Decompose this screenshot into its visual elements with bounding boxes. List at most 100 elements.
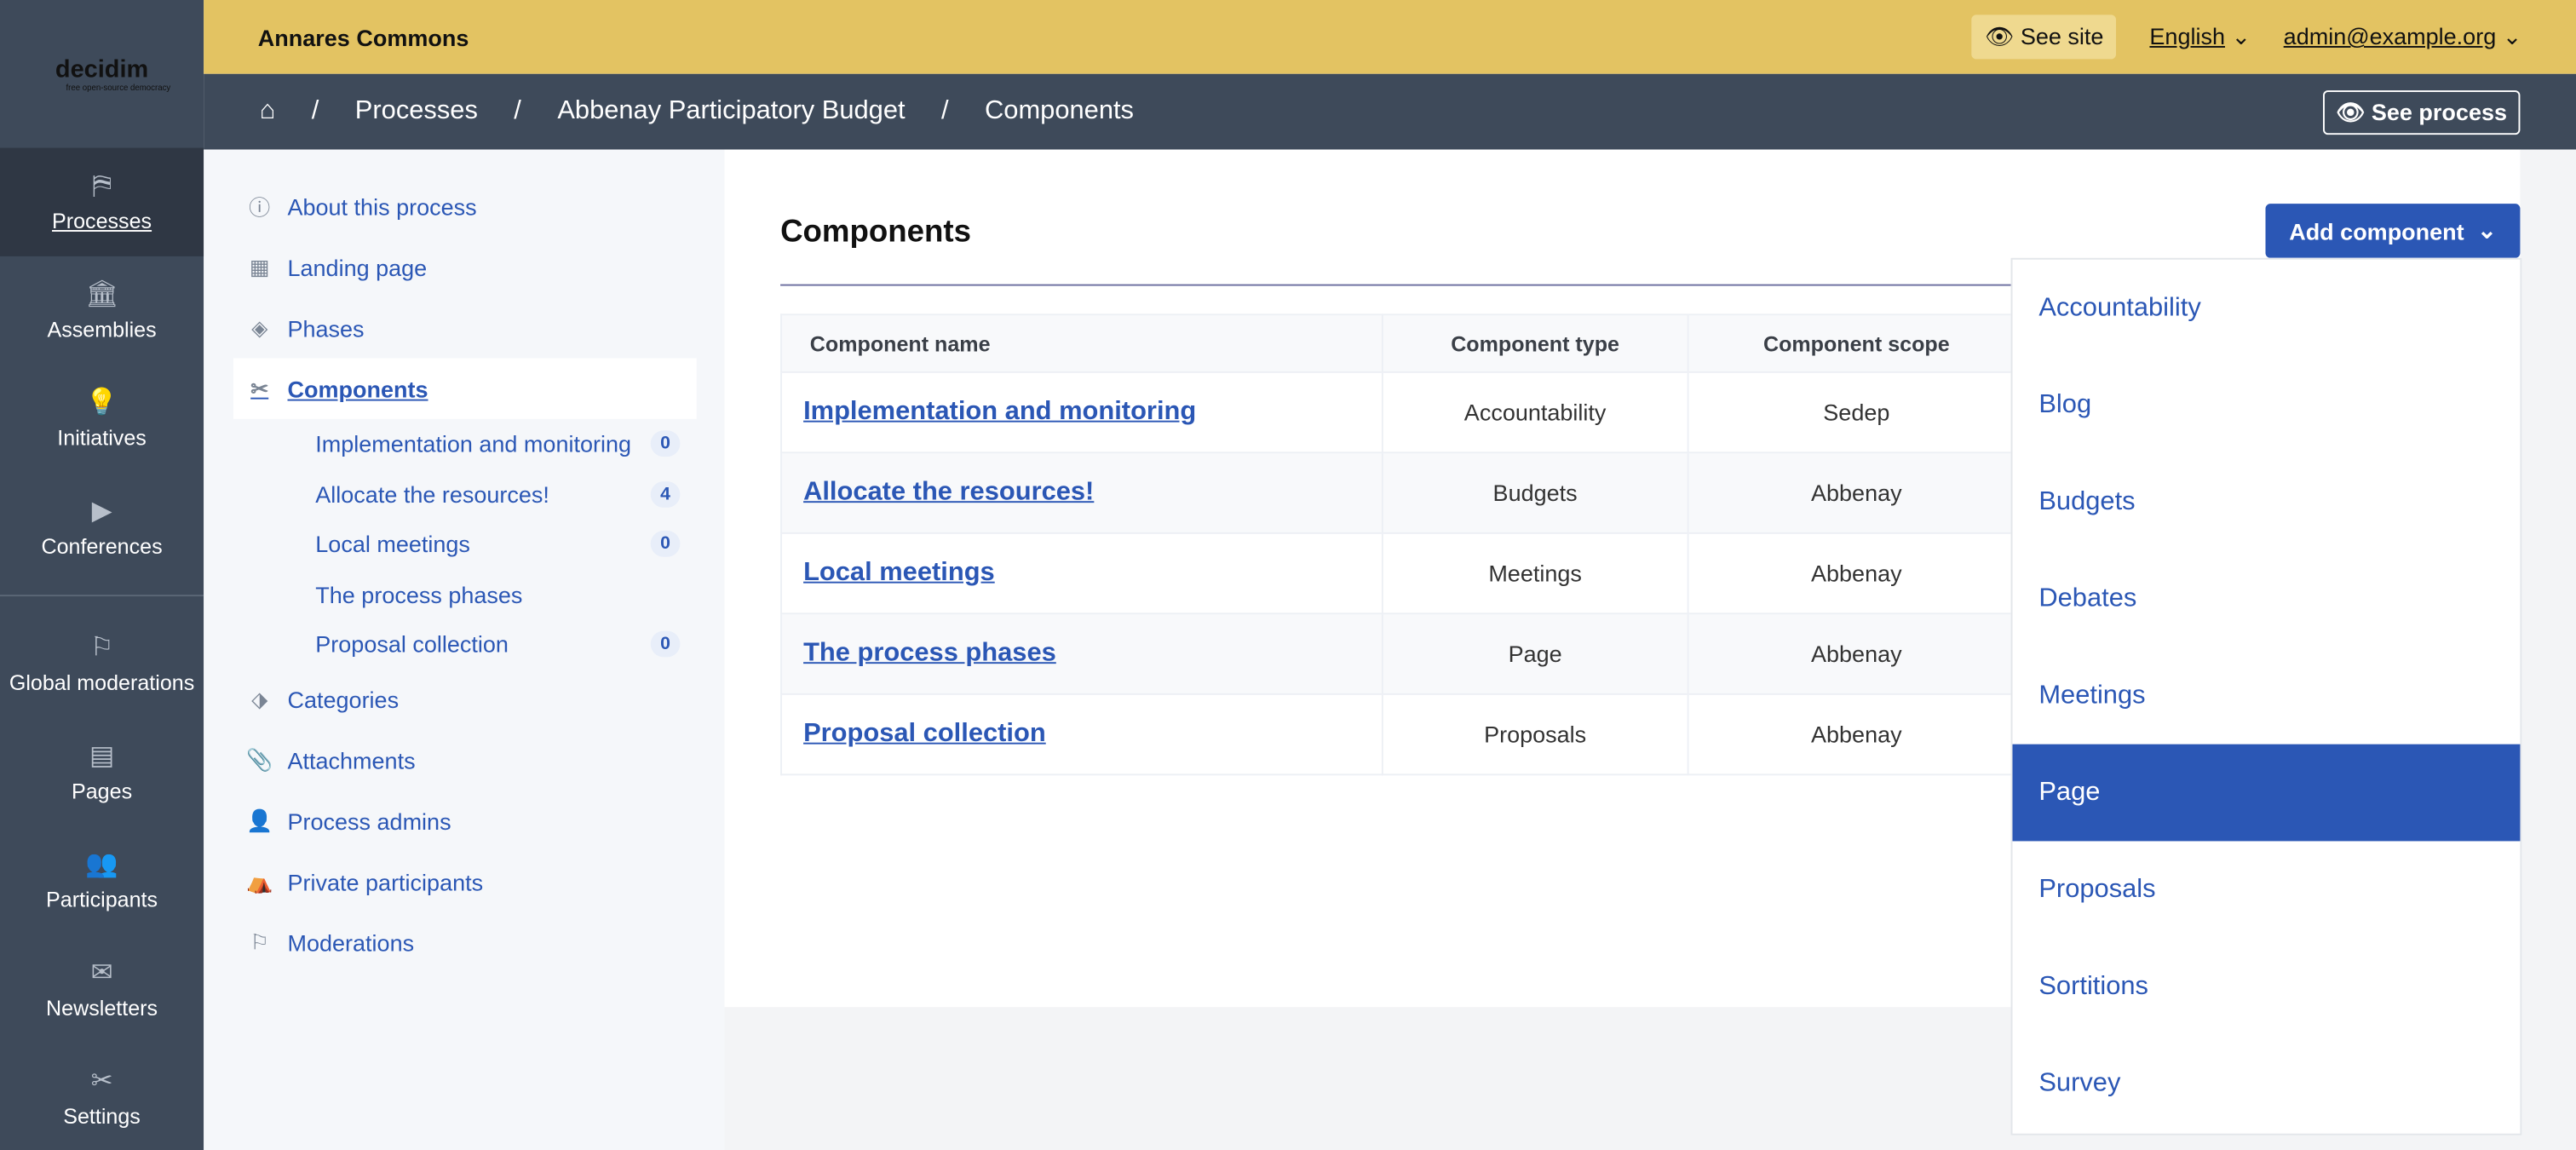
subnav-item[interactable]: ◈ Phases (204, 297, 724, 358)
count-badge: 0 (650, 531, 681, 558)
user-menu[interactable]: admin@example.org ⌄ (2284, 23, 2522, 51)
column-header: Component type (1381, 313, 1689, 373)
sidebar-item-assemblies[interactable]: 🏛 Assemblies (0, 256, 204, 365)
dropdown-item[interactable]: Budgets (2012, 453, 2520, 550)
main-sidebar: decidim free open-source democracy ⛿ Proc… (0, 0, 204, 1150)
sidebar-item-label: Assemblies (47, 316, 157, 342)
top-bar: Annares Commons 👁 See site English ⌄ adm… (204, 0, 2576, 74)
logo-tagline: free open-source democracy (66, 83, 171, 93)
cell-name: Implementation and monitoring (780, 371, 1383, 454)
breadcrumb-components[interactable]: Components (985, 97, 1134, 127)
sidebar-item-processes[interactable]: ⛿ Processes (0, 147, 204, 256)
subnav-component-item[interactable]: Allocate the resources! 4 (204, 469, 724, 520)
dropdown-item[interactable]: Accountability (2012, 260, 2520, 357)
subnav-item[interactable]: ⓘ About this process (204, 175, 724, 236)
cell-scope: Abbenay (1687, 532, 2027, 615)
subnav-item[interactable]: 👤 Process admins (204, 791, 724, 852)
sidebar-item-participants[interactable]: 👥 Participants (0, 826, 204, 934)
component-link-label: Local meetings (315, 531, 470, 558)
subnav-component-item[interactable]: Proposal collection 0 (204, 619, 724, 670)
see-site-button[interactable]: 👁 See site (1971, 14, 2117, 60)
phases-icon: ◈ (251, 314, 268, 340)
subnav-item-label: Categories (287, 687, 400, 713)
component-link[interactable]: Proposal collection (803, 720, 1046, 748)
subnav-component-item[interactable]: The process phases (204, 569, 724, 619)
dropdown-item[interactable]: Proposals (2012, 841, 2520, 938)
see-process-label: See process (2371, 97, 2507, 124)
sidebar-item-settings[interactable]: ✂ Settings (0, 1044, 204, 1150)
chevron-down-icon: ⌄ (2502, 22, 2522, 49)
chevron-down-icon: ⌄ (2231, 22, 2251, 49)
separator: / (311, 96, 319, 125)
cell-scope: Abbenay (1687, 693, 2027, 776)
chevron-down-icon: ⌄ (2477, 216, 2497, 244)
subnav-item[interactable]: ⬗ Categories (204, 670, 724, 730)
subnav-item-label: About this process (287, 193, 477, 220)
sidebar-item-conferences[interactable]: ▶ Conferences (0, 473, 204, 581)
dropdown-item[interactable]: Page (2012, 744, 2521, 842)
paperclip-icon: 📎 (246, 747, 273, 773)
breadcrumb-processes[interactable]: Processes (355, 97, 478, 127)
dropdown-item[interactable]: Survey (2012, 1035, 2520, 1132)
cell-scope: Sedep (1687, 371, 2027, 454)
organization-name[interactable]: Annares Commons (258, 24, 469, 50)
component-link[interactable]: Local meetings (803, 559, 995, 587)
add-component-button[interactable]: Add component ⌄ (2265, 204, 2521, 258)
sidebar-item-pages[interactable]: ▤ Pages (0, 718, 204, 826)
component-link[interactable]: Implementation and monitoring (803, 398, 1196, 426)
sidebar-item-initiatives[interactable]: 💡 Initiatives (0, 365, 204, 473)
cell-type: Meetings (1381, 532, 1689, 615)
component-link[interactable]: Allocate the resources! (803, 478, 1094, 506)
sidebar-item-newsletters[interactable]: ✉ Newsletters (0, 934, 204, 1043)
sidebar-item-global-moderations[interactable]: ⚐ Global moderations (0, 609, 204, 717)
cell-type: Page (1381, 612, 1689, 695)
cell-type: Budgets (1381, 451, 1689, 534)
sidebar-item-label: Participants (46, 886, 158, 911)
subnav-item[interactable]: ⚐ Moderations (204, 912, 724, 973)
mail-icon: ✉ (90, 958, 113, 987)
sidebar-item-label: Settings (63, 1103, 141, 1128)
see-process-button[interactable]: 👁 See process (2322, 89, 2521, 135)
see-site-label: See site (2020, 22, 2104, 49)
sidebar-item-label: Global moderations (9, 669, 195, 694)
language-select[interactable]: English ⌄ (2149, 23, 2251, 51)
subnav-item-label: Private participants (287, 869, 484, 896)
video-icon: ▶ (91, 497, 112, 526)
layout-icon: ▦ (249, 253, 270, 279)
home-icon[interactable]: ⌂ (260, 97, 276, 127)
component-link-label: The process phases (315, 581, 523, 608)
assembly-icon: 🏛 (85, 279, 119, 308)
components-table: Component name Component type Component … (780, 313, 2029, 776)
subnav-item[interactable]: ⛺ Private participants (204, 852, 724, 912)
subnav-item-label: Phases (287, 314, 365, 342)
dropdown-item[interactable]: Blog (2012, 356, 2520, 453)
eye-icon: 👁 (1985, 22, 2021, 49)
cell-name: Local meetings (780, 532, 1383, 615)
decidim-logo[interactable]: decidim free open-source democracy (0, 0, 204, 148)
cell-name: Proposal collection (780, 693, 1383, 776)
add-component-label: Add component (2289, 217, 2464, 244)
private-icon: ⛺ (246, 869, 273, 894)
dropdown-item[interactable]: Debates (2012, 550, 2520, 647)
breadcrumb: ⌂ / Processes / Abbenay Participatory Budg… (204, 73, 2576, 150)
eye-icon: 👁 (2336, 97, 2372, 124)
sidebar-item-label: Conferences (41, 532, 163, 558)
dropdown-item[interactable]: Meetings (2012, 647, 2520, 745)
component-link-label: Proposal collection (315, 631, 509, 658)
dropdown-item[interactable]: Sortitions (2012, 938, 2520, 1035)
subnav-component-item[interactable]: Implementation and monitoring 0 (204, 419, 724, 469)
breadcrumb-process[interactable]: Abbenay Participatory Budget (557, 97, 905, 127)
subnav-item[interactable]: 📎 Attachments (204, 730, 724, 791)
subnav-item-label: Components (287, 375, 428, 402)
component-link[interactable]: The process phases (803, 639, 1056, 667)
subnav-item[interactable]: ✂ Components (233, 358, 697, 419)
lightbulb-icon: 💡 (85, 388, 118, 417)
table-row: Proposal collection Proposals Abbenay (780, 693, 2029, 776)
table-row: Allocate the resources! Budgets Abbenay (780, 451, 2029, 534)
sidebar-item-label: Initiatives (57, 424, 147, 450)
column-header: Component name (780, 313, 1383, 373)
cell-scope: Abbenay (1687, 451, 2027, 534)
subnav-item[interactable]: ▦ Landing page (204, 237, 724, 297)
component-link-label: Allocate the resources! (315, 480, 549, 508)
subnav-component-item[interactable]: Local meetings 0 (204, 519, 724, 569)
